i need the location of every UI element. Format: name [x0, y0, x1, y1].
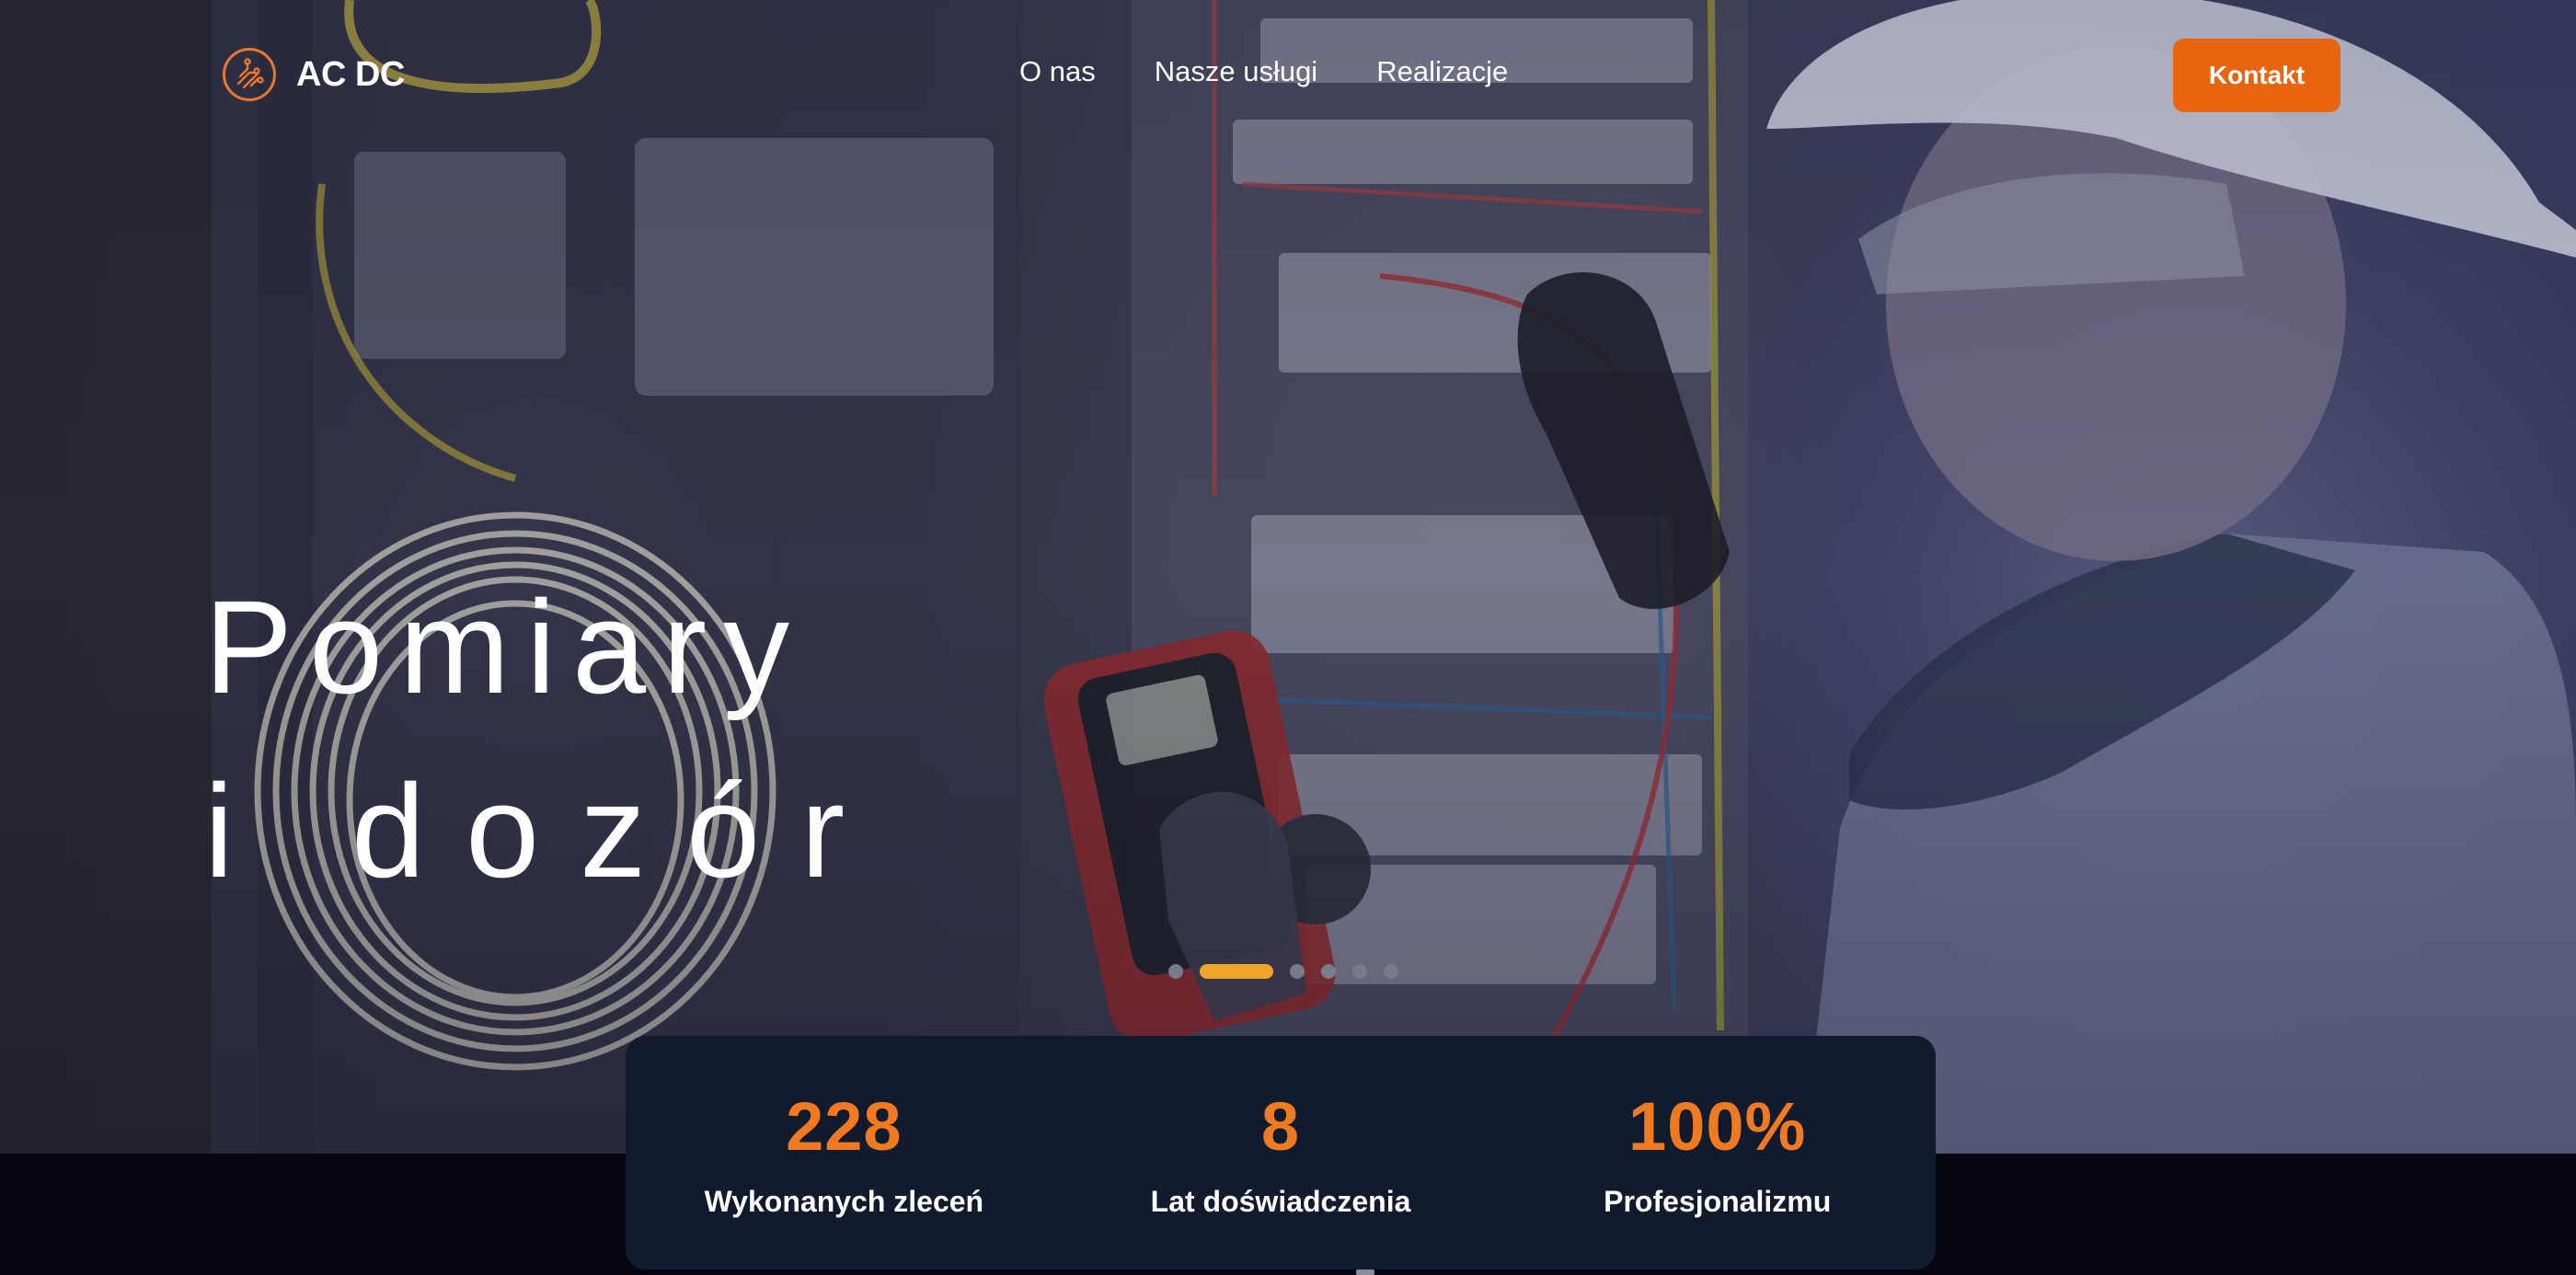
slider-dot-4[interactable]	[1321, 964, 1336, 979]
slider-dot-6[interactable]	[1384, 964, 1398, 979]
brand-logo[interactable]: AC DC	[223, 48, 405, 101]
slider-dot-2-active[interactable]	[1200, 964, 1273, 979]
hero-headline-line-1: Pomiary	[204, 573, 807, 721]
brand-name: AC DC	[296, 54, 405, 94]
stat-value: 8	[1260, 1088, 1301, 1165]
stats-panel: 228 Wykonanych zleceń 8 Lat doświadczeni…	[626, 1036, 1936, 1269]
top-navigation: AC DC O nas Nasze usługi Realizacje Kont…	[0, 0, 2576, 152]
circuit-logo-icon	[223, 48, 276, 101]
slider-dot-3[interactable]	[1290, 964, 1305, 979]
stat-years-experience: 8 Lat doświadczenia	[1063, 1036, 1500, 1269]
nav-link-projects[interactable]: Realizacje	[1376, 55, 1508, 88]
hero-headline-line-2: i dozór	[204, 757, 886, 905]
slider-dot-5[interactable]	[1352, 964, 1367, 979]
hero-section: AC DC O nas Nasze usługi Realizacje Kont…	[0, 0, 2576, 1154]
slider-dot-1[interactable]	[1168, 964, 1183, 979]
main-menu: O nas Nasze usługi Realizacje	[1019, 55, 1508, 88]
scroll-indicator	[1356, 1269, 1374, 1275]
contact-button[interactable]: Kontakt	[2173, 39, 2340, 112]
stat-completed-orders: 228 Wykonanych zleceń	[626, 1036, 1063, 1269]
landing-page: AC DC O nas Nasze usługi Realizacje Kont…	[0, 0, 2576, 1275]
nav-link-about[interactable]: O nas	[1019, 55, 1096, 88]
stat-label: Profesjonalizmu	[1604, 1185, 1832, 1218]
hero-headline: Pomiary i dozór	[204, 581, 885, 898]
stat-value: 100%	[1628, 1088, 1807, 1165]
stat-professionalism: 100% Profesjonalizmu	[1499, 1036, 1936, 1269]
nav-link-services[interactable]: Nasze usługi	[1155, 55, 1317, 88]
slider-pagination	[1168, 964, 1398, 979]
stat-label: Lat doświadczenia	[1150, 1185, 1411, 1218]
stat-label: Wykonanych zleceń	[704, 1185, 984, 1218]
stat-value: 228	[786, 1088, 903, 1165]
